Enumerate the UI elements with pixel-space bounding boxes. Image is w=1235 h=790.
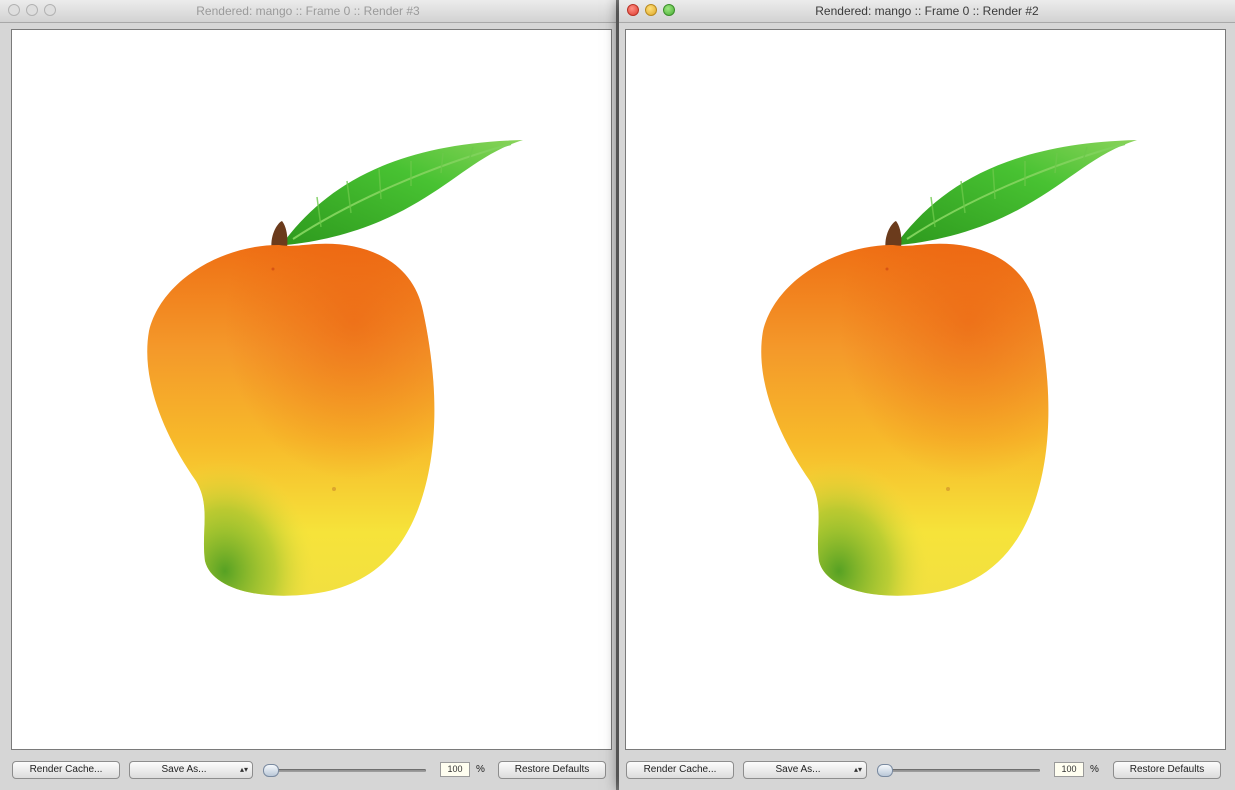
mango-render-image [147,140,523,596]
zoom-field[interactable]: 100 [440,762,470,777]
minimize-icon[interactable] [26,4,38,16]
up-down-arrows-icon: ▴▾ [239,765,248,774]
up-down-arrows-icon: ▴▾ [853,765,862,774]
mango-render-image [761,140,1137,596]
zoom-slider-knob[interactable] [263,764,279,777]
zoom-slider-track[interactable] [263,769,426,772]
zoom-slider-knob[interactable] [877,764,893,777]
zoom-slider-track[interactable] [877,769,1040,772]
zoom-icon[interactable] [663,4,675,16]
zoom-icon[interactable] [44,4,56,16]
window-toolbar: Render Cache... Save As... ▴▾ 100 % Rest… [0,756,616,786]
preset-popup-value: Save As... [775,764,821,775]
render-window-3[interactable]: Rendered: mango :: Frame 0 :: Render #3 … [0,0,616,790]
window-titlebar[interactable]: Rendered: mango :: Frame 0 :: Render #3 [0,0,616,23]
minimize-icon[interactable] [645,4,657,16]
zoom-field[interactable]: 100 [1054,762,1084,777]
window-titlebar[interactable]: Rendered: mango :: Frame 0 :: Render #2 [619,0,1235,23]
window-title: Rendered: mango :: Frame 0 :: Render #2 [815,4,1039,18]
render-canvas [625,29,1226,750]
render-cache-button[interactable]: Render Cache... [12,761,120,779]
window-title: Rendered: mango :: Frame 0 :: Render #3 [196,4,420,18]
window-toolbar: Render Cache... Save As... ▴▾ 100 % Rest… [619,756,1235,786]
close-icon[interactable] [627,4,639,16]
render-cache-button[interactable]: Render Cache... [626,761,734,779]
restore-defaults-button[interactable]: Restore Defaults [498,761,606,779]
zoom-unit-label: % [476,764,485,775]
preset-popup-menu[interactable]: Save As... ▴▾ [129,761,253,779]
render-canvas [11,29,612,750]
render-window-2[interactable]: Rendered: mango :: Frame 0 :: Render #2 … [619,0,1235,790]
close-icon[interactable] [8,4,20,16]
preset-popup-value: Save As... [161,764,207,775]
window-controls [8,4,56,16]
zoom-unit-label: % [1090,764,1099,775]
window-controls [627,4,675,16]
preset-popup-menu[interactable]: Save As... ▴▾ [743,761,867,779]
restore-defaults-button[interactable]: Restore Defaults [1113,761,1221,779]
